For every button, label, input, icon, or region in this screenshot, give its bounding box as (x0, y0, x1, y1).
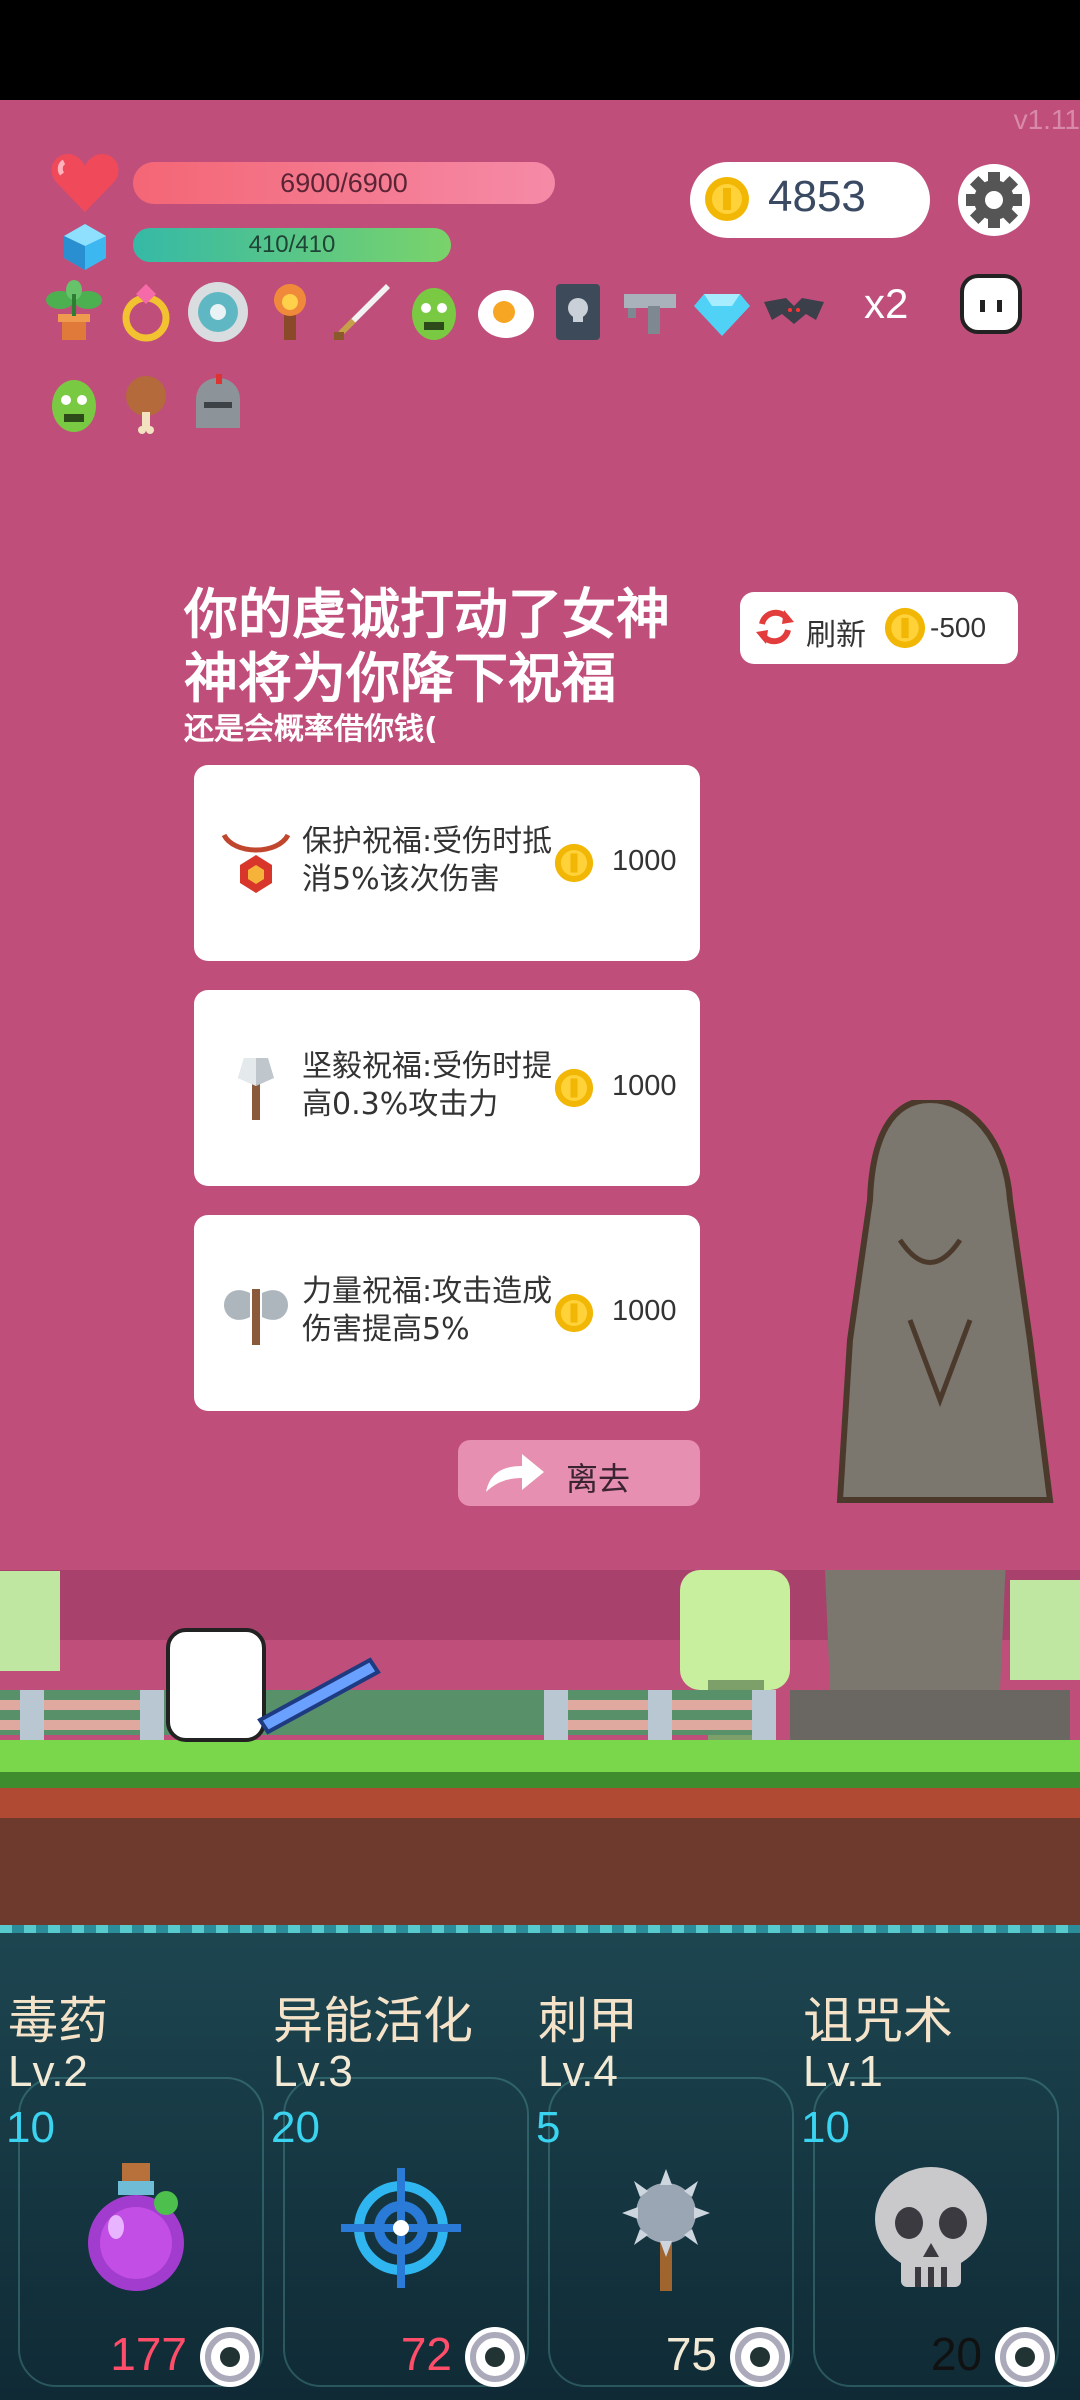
coin-icon (705, 177, 749, 221)
scenery (0, 1570, 1080, 1925)
dialog-subtitle: 还是会概率借你钱( (184, 712, 438, 747)
shield-disc-icon (188, 282, 248, 342)
skill-cost: 5 (536, 2103, 561, 2152)
skill-cost: 10 (6, 2103, 55, 2152)
skill-count: 177 (110, 2328, 187, 2380)
upgrade-gear-icon[interactable] (991, 2323, 1059, 2391)
arrow-right-icon (486, 1454, 544, 1492)
skill-level: Lv.4 (538, 2047, 618, 2096)
torch-icon (274, 284, 306, 340)
leave-button[interactable]: 离去 (458, 1440, 700, 1506)
blessing-price: 1000 (612, 1295, 677, 1327)
skill-slot-curse[interactable]: 诅咒术 Lv.1 10 20 (795, 1925, 1060, 2400)
blessing-card-protection[interactable]: 保护祝福:受伤时抵消5%该次伤害 1000 (194, 765, 700, 961)
coin-icon (554, 1068, 594, 1108)
sword-icon (334, 284, 390, 340)
plant-icon (46, 280, 102, 340)
blessing-card-fortitude[interactable]: 坚毅祝福:受伤时提高0.3%攻击力 1000 (194, 990, 700, 1186)
version-label: v1.11 (1013, 104, 1080, 135)
blessing-card-strength[interactable]: 力量祝福:攻击造成伤害提高5% 1000 (194, 1215, 700, 1411)
blessing-description: 保护祝福:受伤时抵消5%该次伤害 (302, 824, 553, 897)
skill-count: 75 (665, 2328, 717, 2380)
skill-count: 20 (930, 2328, 982, 2380)
axe-icon (238, 1058, 274, 1120)
dialog-title-line2: 神将为你降下祝福 (184, 647, 616, 710)
skill-slot-psionic[interactable]: 异能活化 Lv.3 20 72 (265, 1925, 530, 2400)
refresh-cost: -500 (930, 612, 987, 643)
mana-crystal-icon (64, 224, 106, 270)
hp-bar: 6900/6900 (133, 162, 555, 204)
helmet-icon (196, 374, 240, 428)
refresh-label: 刷新 (806, 618, 866, 653)
gun-icon (624, 294, 676, 334)
skill-level: Lv.2 (8, 2047, 88, 2096)
upgrade-gear-icon[interactable] (196, 2323, 264, 2391)
target-icon (341, 2168, 461, 2288)
refresh-button[interactable]: 刷新 -500 (740, 592, 1018, 664)
coin-icon (884, 607, 926, 649)
battle-axe-icon (224, 1289, 288, 1345)
coin-icon (554, 1293, 594, 1333)
skill-panel: 毒药 Lv.2 10 177 异能活化 Lv.3 20 72 刺甲 Lv.4 5… (0, 1925, 1080, 2400)
skill-slot-poison[interactable]: 毒药 Lv.2 10 177 (0, 1925, 265, 2400)
skill-name: 异能活化 (273, 1992, 473, 2050)
skill-cost: 20 (271, 2103, 320, 2152)
status-bar (0, 0, 1080, 100)
blessing-price: 1000 (612, 845, 677, 877)
heart-icon (51, 154, 119, 212)
leave-label: 离去 (566, 1460, 631, 1498)
blessing-price: 1000 (612, 1070, 677, 1102)
coin-counter: 4853 (690, 162, 930, 238)
ghost-icon[interactable] (956, 270, 1026, 340)
goblin-icon (412, 288, 456, 340)
meat-icon (126, 376, 166, 434)
refresh-icon (756, 609, 794, 645)
goblin-icon (52, 380, 96, 432)
blessing-description: 力量祝福:攻击造成伤害提高5% (302, 1274, 553, 1347)
coin-value: 4853 (768, 172, 866, 221)
gear-icon[interactable] (956, 162, 1032, 238)
skill-name: 毒药 (8, 1992, 108, 2050)
upgrade-gear-icon[interactable] (461, 2323, 529, 2391)
skull-book-icon (556, 284, 600, 340)
skill-name: 刺甲 (538, 1992, 638, 2050)
skill-count: 72 (400, 2328, 452, 2380)
game-scene: v1.11 6900/6900 410/410 4853 x2 你的虔诚打动了女… (0, 100, 1080, 1925)
goddess-statue (836, 1100, 1054, 1503)
skill-level: Lv.3 (273, 2047, 353, 2096)
multiplier-label: x2 (864, 280, 909, 327)
skull-icon (875, 2167, 987, 2287)
potion-icon (88, 2163, 184, 2291)
bat-icon (764, 298, 824, 324)
spiked-mace-icon (622, 2169, 710, 2291)
coin-icon (554, 843, 594, 883)
skill-level: Lv.1 (803, 2047, 883, 2096)
amulet-icon (221, 833, 291, 893)
egg-icon (478, 290, 534, 338)
upgrade-gear-icon[interactable] (726, 2323, 794, 2391)
skill-name: 诅咒术 (803, 1992, 953, 2050)
blessing-description: 坚毅祝福:受伤时提高0.3%攻击力 (302, 1049, 553, 1122)
mana-bar: 410/410 (133, 228, 451, 262)
skill-slot-thorns[interactable]: 刺甲 Lv.4 5 75 (530, 1925, 795, 2400)
ring-icon (122, 284, 170, 342)
diamond-icon (694, 294, 750, 336)
skill-cost: 10 (801, 2103, 850, 2152)
